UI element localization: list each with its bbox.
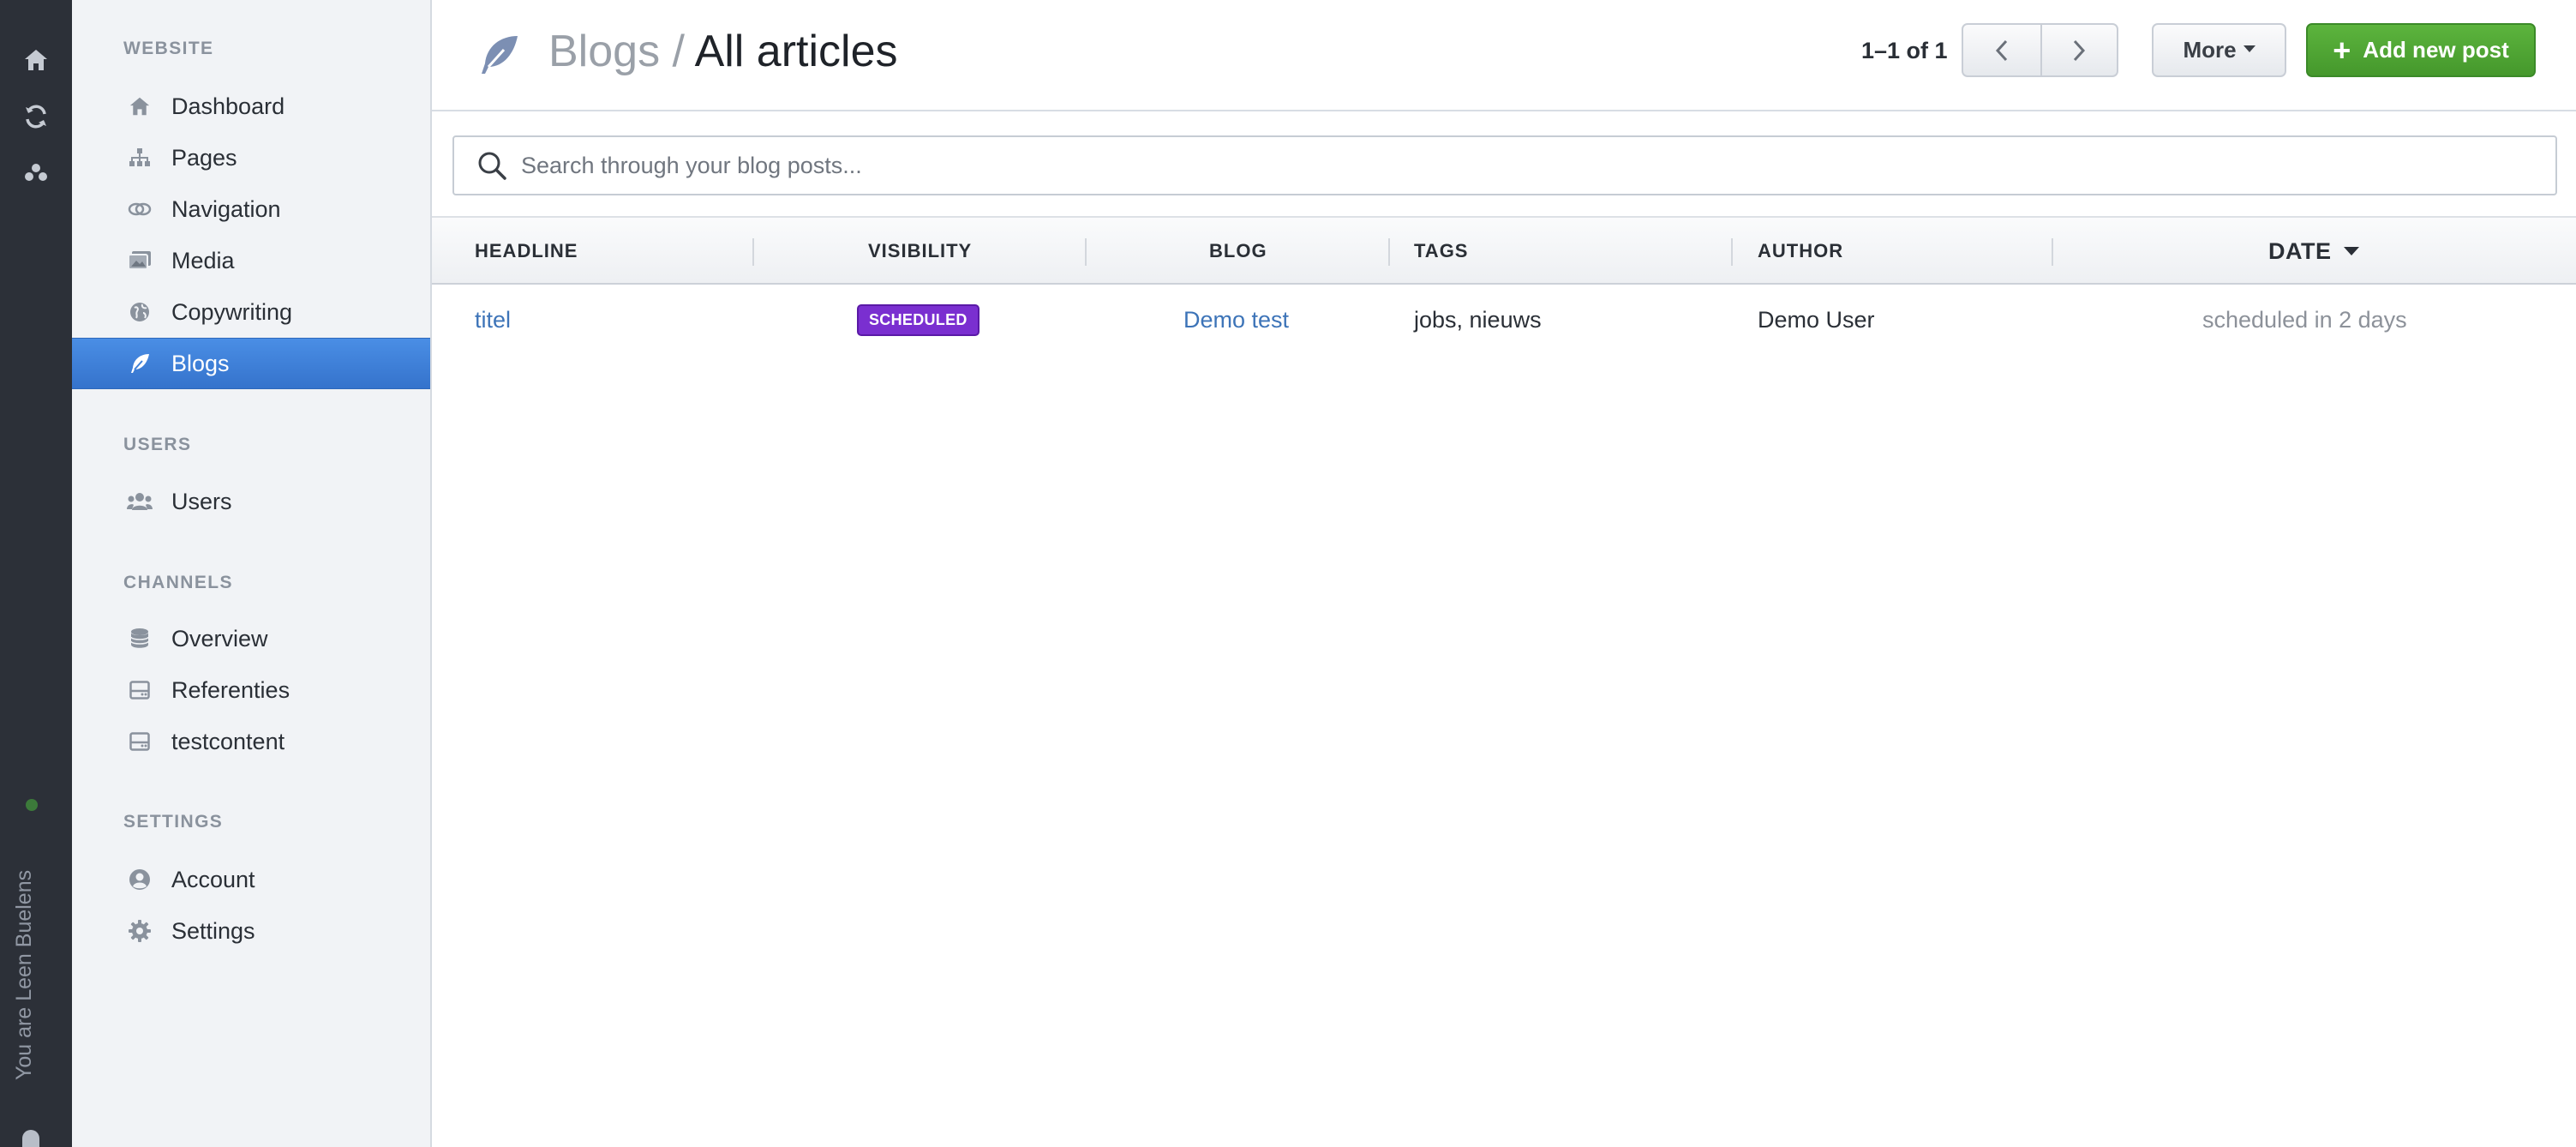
chevron-left-icon: [1995, 39, 2007, 61]
status-badge: SCHEDULED: [857, 303, 979, 336]
column-header-author[interactable]: AUTHOR: [1758, 218, 1843, 285]
column-header-headline[interactable]: HEADLINE: [475, 218, 578, 285]
page-header: Blogs / All articles 1–1 of 1 More + Add…: [432, 0, 2576, 111]
sidebar-item-label: Blogs: [171, 350, 230, 376]
home-icon: [127, 93, 153, 119]
row-author: Demo User: [1758, 306, 1875, 333]
channel-icon: [127, 729, 153, 754]
users-icon: [127, 489, 153, 514]
more-dropdown-button[interactable]: More: [2152, 23, 2286, 77]
sitemap-icon: [127, 145, 153, 171]
column-header-visibility[interactable]: VISIBILITY: [868, 218, 972, 285]
column-divider: [752, 238, 754, 266]
sync-icon[interactable]: [17, 98, 55, 135]
add-button-label: Add new post: [2363, 37, 2509, 63]
sidebar: WEBSITE Dashboard Pages Navigation Media…: [72, 0, 432, 1147]
table-row[interactable]: titel SCHEDULED Demo test jobs, nieuws D…: [432, 285, 2576, 355]
sidebar-item-referenties[interactable]: Referenties: [72, 664, 430, 716]
current-user-label: You are Leen Buelens: [12, 869, 36, 1080]
sidebar-item-blogs[interactable]: Blogs: [72, 338, 430, 389]
caret-down-icon: [2243, 45, 2255, 52]
database-icon: [127, 626, 153, 652]
breadcrumb-separator: /: [672, 27, 685, 76]
sidebar-item-label: testcontent: [171, 728, 285, 754]
search-icon: [478, 152, 506, 180]
column-divider: [1085, 238, 1087, 266]
online-status-dot: [26, 799, 38, 811]
chevron-right-icon: [2074, 39, 2086, 61]
sidebar-section-channels: CHANNELS: [123, 573, 233, 592]
sidebar-item-label: Navigation: [171, 195, 281, 222]
sidebar-item-label: Users: [171, 488, 232, 514]
sidebar-item-label: Overview: [171, 625, 268, 652]
sidebar-item-label: Settings: [171, 917, 255, 944]
sort-desc-icon: [2343, 247, 2359, 255]
column-divider: [1388, 238, 1390, 266]
search-box: [452, 135, 2557, 195]
pagination-count: 1–1 of 1: [1861, 38, 1948, 63]
breadcrumb-current: All articles: [694, 27, 898, 76]
sidebar-item-settings[interactable]: Settings: [72, 905, 430, 957]
column-header-tags[interactable]: TAGS: [1414, 218, 1468, 285]
user-circle-icon: [127, 867, 153, 892]
globe-icon: [127, 299, 153, 325]
images-icon: [127, 248, 153, 273]
sidebar-item-label: Account: [171, 866, 255, 892]
column-divider: [2052, 238, 2053, 266]
plus-icon: +: [2333, 32, 2351, 68]
sidebar-item-overview[interactable]: Overview: [72, 613, 430, 664]
previous-page-button[interactable]: [1963, 25, 2040, 75]
table-header: HEADLINE VISIBILITY BLOG TAGS AUTHOR DAT…: [432, 216, 2576, 285]
home-icon[interactable]: [17, 41, 55, 79]
search-input[interactable]: [521, 152, 2555, 179]
sidebar-item-account[interactable]: Account: [72, 854, 430, 905]
row-tags: jobs, nieuws: [1414, 306, 1542, 333]
sidebar-item-users[interactable]: Users: [72, 476, 430, 527]
add-new-post-button[interactable]: + Add new post: [2306, 23, 2536, 77]
sidebar-section-website: WEBSITE: [123, 39, 214, 58]
sidebar-item-label: Copywriting: [171, 298, 293, 325]
next-page-button[interactable]: [2040, 25, 2118, 75]
sidebar-item-copywriting[interactable]: Copywriting: [72, 286, 430, 338]
sidebar-section-settings: SETTINGS: [123, 812, 224, 832]
row-date: scheduled in 2 days: [2202, 306, 2407, 333]
row-blog-link[interactable]: Demo test: [1183, 307, 1289, 333]
column-divider: [1731, 238, 1733, 266]
feather-icon: [127, 351, 153, 376]
sidebar-item-testcontent[interactable]: testcontent: [72, 716, 430, 767]
sidebar-section-users: USERS: [123, 435, 192, 454]
gear-icon: [127, 918, 153, 944]
sidebar-item-pages[interactable]: Pages: [72, 132, 430, 183]
breadcrumb-blogs[interactable]: Blogs: [548, 27, 660, 76]
feather-icon: [476, 33, 521, 77]
sidebar-item-label: Media: [171, 247, 235, 273]
column-header-date-label: DATE: [2268, 237, 2332, 264]
channel-icon: [127, 677, 153, 703]
sidebar-item-label: Pages: [171, 144, 237, 171]
page-title: Blogs / All articles: [548, 26, 898, 77]
sidebar-item-dashboard[interactable]: Dashboard: [72, 81, 430, 132]
users-group-icon[interactable]: [17, 154, 55, 192]
column-header-blog[interactable]: BLOG: [1209, 218, 1267, 285]
column-header-date[interactable]: DATE: [2268, 218, 2359, 285]
main-content: Blogs / All articles 1–1 of 1 More + Add…: [432, 0, 2576, 1147]
app-rail: You are Leen Buelens: [0, 0, 72, 1147]
more-button-label: More: [2183, 37, 2237, 63]
row-headline-link[interactable]: titel: [475, 307, 511, 333]
sidebar-item-navigation[interactable]: Navigation: [72, 183, 430, 235]
link-icon: [127, 196, 153, 222]
sidebar-item-label: Referenties: [171, 676, 291, 703]
rail-bottom-icon[interactable]: [22, 1130, 39, 1147]
sidebar-item-label: Dashboard: [171, 93, 285, 119]
pagination-controls: [1962, 23, 2118, 77]
sidebar-item-media[interactable]: Media: [72, 235, 430, 286]
